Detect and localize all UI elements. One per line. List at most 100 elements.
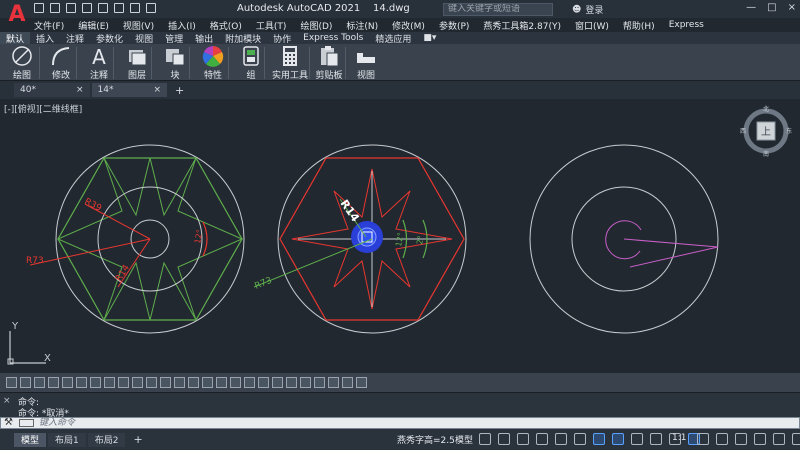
toolbar-icon[interactable] [118, 377, 129, 388]
menu-help[interactable]: 帮助(H) [623, 19, 655, 32]
toolbar-icon[interactable] [132, 377, 143, 388]
snap-toggle-icon[interactable] [498, 433, 510, 445]
toolbar-icon[interactable] [328, 377, 339, 388]
toolbar-icon[interactable] [6, 377, 17, 388]
tab-default[interactable]: 默认 [0, 31, 31, 45]
doc-tab-40[interactable]: 40* × [14, 83, 90, 97]
text-height-status[interactable]: 燕秀字高=2.5 [397, 433, 455, 446]
menu-dimension[interactable]: 标注(N) [346, 19, 378, 32]
polar-toggle-icon[interactable] [555, 433, 567, 445]
tab-parametric[interactable]: 参数化 [90, 32, 129, 45]
group-panel[interactable]: 组 [240, 45, 265, 81]
toolbar-icon[interactable] [230, 377, 241, 388]
model-space-status[interactable]: 模型 [455, 433, 473, 446]
layer-panel[interactable]: 图层 [125, 45, 152, 81]
doc-tab-14[interactable]: 14* × [91, 83, 167, 97]
viewcube-south[interactable]: 南 [763, 150, 769, 157]
toolbar-icon[interactable] [272, 377, 283, 388]
toolbar-icon[interactable] [34, 377, 45, 388]
left-r14-label[interactable]: R14 [114, 263, 132, 284]
close-tab-icon[interactable]: × [153, 85, 161, 95]
menu-window[interactable]: 窗口(W) [575, 19, 609, 32]
menu-yanxiu[interactable]: 燕秀工具箱2.87(Y) [483, 19, 561, 32]
toolbar-icon[interactable] [258, 377, 269, 388]
left-r73-label[interactable]: R73 [26, 256, 44, 266]
annotate-panel[interactable]: A 注释 [87, 45, 114, 81]
menu-express[interactable]: Express [669, 20, 704, 30]
drawing-viewport[interactable]: [-][俯视][二维线框] R73 R39 R14 12° R73 R14 12… [0, 99, 800, 373]
print-icon[interactable] [98, 3, 108, 13]
toolbar-icon[interactable] [244, 377, 255, 388]
drawing-canvas[interactable]: R73 R39 R14 12° R73 R14 12° 2° [0, 99, 800, 373]
toolbar-icon[interactable] [48, 377, 59, 388]
menu-view[interactable]: 视图(V) [123, 19, 154, 32]
layout-tab-model[interactable]: 模型 [14, 432, 47, 447]
toolbar-icon[interactable] [146, 377, 157, 388]
menu-format[interactable]: 格式(O) [210, 19, 242, 32]
layout-tab-2[interactable]: 布局2 [87, 432, 126, 447]
transparency-toggle-icon[interactable] [650, 433, 662, 445]
left-figure[interactable]: R73 R39 R14 12° [26, 144, 245, 334]
modify-panel[interactable]: 修改 [48, 45, 77, 81]
command-input[interactable]: ⚒ 键入命令 [0, 417, 800, 429]
toolbar-icon[interactable] [314, 377, 325, 388]
right-ray-2[interactable] [629, 246, 719, 268]
save-icon[interactable] [66, 3, 76, 13]
menu-tools[interactable]: 工具(T) [256, 19, 287, 32]
autocad-logo[interactable]: A [4, 2, 30, 30]
toolbar-icon[interactable] [104, 377, 115, 388]
maximize-button[interactable]: □ [767, 2, 776, 13]
middle-r73-label[interactable]: R73 [253, 276, 273, 292]
left-angle-arc[interactable] [202, 221, 208, 257]
login-label[interactable]: 登录 [585, 3, 603, 16]
toolbar-icon[interactable] [174, 377, 185, 388]
lineweight-toggle-icon[interactable] [631, 433, 643, 445]
save-as-icon[interactable] [82, 3, 92, 13]
toolbar-icon[interactable] [202, 377, 213, 388]
toolbar-icon[interactable] [216, 377, 227, 388]
menu-parametric[interactable]: 参数(P) [439, 19, 469, 32]
block-panel[interactable]: 块 [163, 45, 190, 81]
search-input[interactable]: 键入关键字或短语 [443, 3, 553, 16]
login-area[interactable]: ☻ 登录 [572, 3, 603, 17]
menu-file[interactable]: 文件(F) [34, 19, 64, 32]
command-placeholder[interactable]: 键入命令 [39, 418, 75, 428]
redo-icon[interactable] [130, 3, 140, 13]
clean-screen-icon[interactable] [773, 433, 785, 445]
isolate-objects-icon[interactable] [735, 433, 747, 445]
command-panel-close-icon[interactable]: × [3, 396, 13, 416]
tab-insert[interactable]: 插入 [30, 32, 60, 45]
toolbar-icon[interactable] [286, 377, 297, 388]
draw-panel[interactable]: 绘图 [7, 45, 40, 81]
tab-output[interactable]: 输出 [189, 32, 219, 45]
open-file-icon[interactable] [50, 3, 60, 13]
utilities-panel[interactable]: 实用工具 [272, 45, 310, 81]
grid-toggle-icon[interactable] [479, 433, 491, 445]
right-figure[interactable] [529, 144, 719, 334]
toolbar-icon[interactable] [90, 377, 101, 388]
layout-tab-1[interactable]: 布局1 [48, 432, 86, 447]
toolbar-icon[interactable] [76, 377, 87, 388]
middle-angle-label-2[interactable]: 2° [415, 235, 425, 246]
undo-icon[interactable] [114, 3, 124, 13]
ortho-toggle-icon[interactable] [536, 433, 548, 445]
tab-collaborate[interactable]: 协作 [267, 32, 297, 45]
toolbar-icon[interactable] [62, 377, 73, 388]
tab-featured-apps[interactable]: 精选应用 [369, 32, 417, 45]
toolbar-icon[interactable] [300, 377, 311, 388]
command-dropdown-icon[interactable] [19, 419, 34, 427]
toolbar-icon[interactable] [356, 377, 367, 388]
object-snap-tracking-icon[interactable] [593, 433, 605, 445]
viewcube-top-label[interactable]: 上 [761, 126, 771, 138]
object-snap-icon[interactable] [612, 433, 624, 445]
viewcube-east[interactable]: 东 [786, 127, 792, 135]
close-tab-icon[interactable]: × [76, 85, 84, 95]
toolbar-icon[interactable] [20, 377, 31, 388]
isodraft-toggle-icon[interactable] [574, 433, 586, 445]
right-ray-1[interactable] [623, 238, 719, 248]
hardware-acceleration-icon[interactable] [754, 433, 766, 445]
middle-figure[interactable]: R73 R14 12° 2° [253, 144, 467, 334]
wrench-icon[interactable]: ⚒ [4, 417, 13, 428]
share-icon[interactable] [146, 3, 156, 13]
toolbar-icon[interactable] [188, 377, 199, 388]
